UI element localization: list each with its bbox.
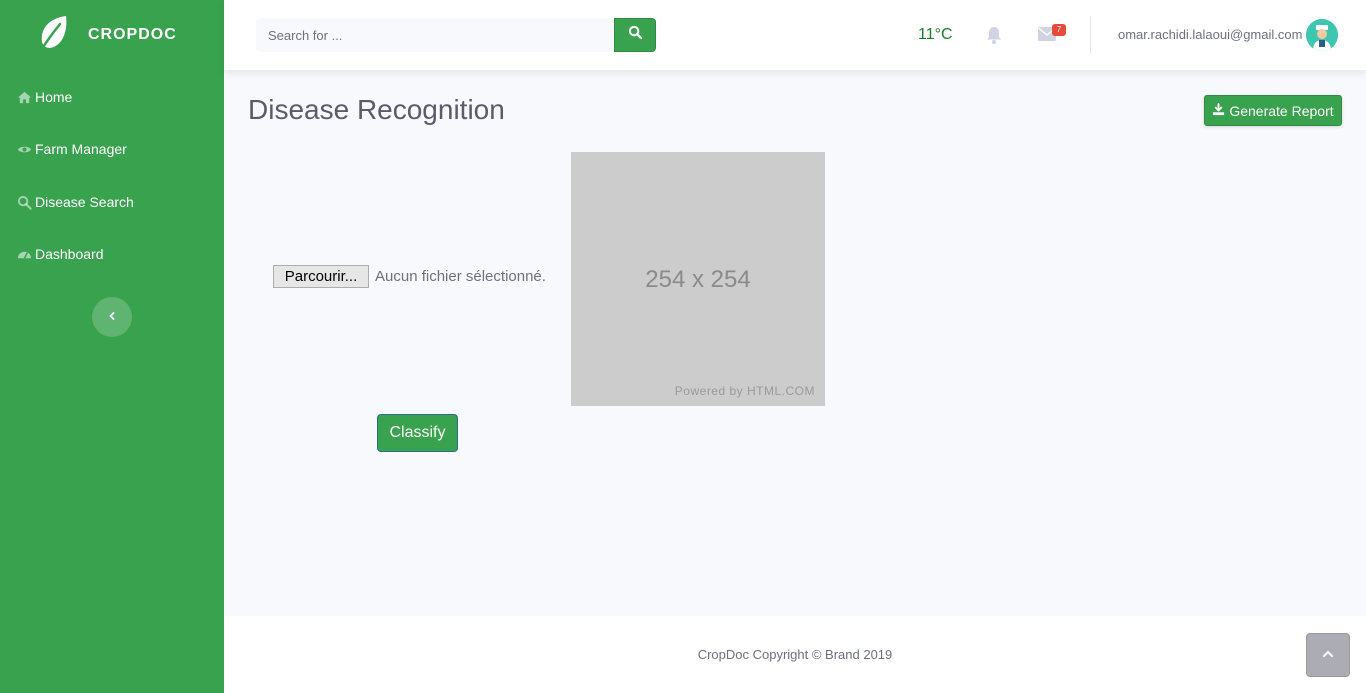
sidebar-item-dashboard[interactable]: Dashboard <box>16 246 104 262</box>
image-preview: 254 x 254 Powered by HTML.COM <box>571 152 825 406</box>
chevron-up-icon <box>1322 646 1334 664</box>
temperature-readout: 11°C <box>918 26 953 43</box>
avatar[interactable] <box>1306 19 1338 51</box>
search-icon <box>16 194 32 210</box>
sidebar-item-label: Dashboard <box>35 246 104 262</box>
sidebar-item-home[interactable]: Home <box>16 89 72 105</box>
search-button[interactable] <box>614 18 656 52</box>
search-icon <box>628 25 643 45</box>
sidebar: CROPDOC Home Farm Manager Disease Search… <box>0 0 224 693</box>
classify-button[interactable]: Classify <box>377 414 458 452</box>
home-icon <box>16 89 32 105</box>
brand[interactable]: CROPDOC <box>0 0 224 70</box>
footer: CropDoc Copyright © Brand 2019 <box>224 616 1366 693</box>
chevron-left-icon <box>107 308 117 326</box>
leaf-icon <box>36 14 70 54</box>
mail-count-badge: 7 <box>1052 24 1066 36</box>
topbar-divider <box>1090 16 1091 54</box>
footer-copyright: CropDoc Copyright © Brand 2019 <box>697 647 893 662</box>
scroll-to-top-button[interactable] <box>1306 633 1350 677</box>
topbar: 11°C 7 omar.rachidi.lalaoui@gmail.com <box>224 0 1366 70</box>
sidebar-toggle-button[interactable] <box>92 297 132 337</box>
preview-dimensions: 254 x 254 <box>645 266 751 293</box>
search-input[interactable] <box>256 18 614 52</box>
sidebar-item-label: Home <box>35 89 73 105</box>
brand-name: CROPDOC <box>88 26 177 43</box>
eye-icon <box>16 141 32 157</box>
sidebar-item-disease-search[interactable]: Disease Search <box>16 194 134 210</box>
search-bar <box>256 18 656 52</box>
download-icon <box>1212 102 1229 119</box>
dashboard-icon <box>16 246 32 262</box>
file-browse-button[interactable]: Parcourir... <box>273 265 369 288</box>
generate-report-label: Generate Report <box>1229 102 1334 119</box>
user-email[interactable]: omar.rachidi.lalaoui@gmail.com <box>1118 27 1302 42</box>
sidebar-item-farm-manager[interactable]: Farm Manager <box>16 141 127 157</box>
bell-icon[interactable] <box>986 26 1002 44</box>
generate-report-button[interactable]: Generate Report <box>1204 95 1342 126</box>
preview-powered-by: Powered by HTML.COM <box>674 384 815 398</box>
sidebar-item-label: Disease Search <box>35 194 134 210</box>
file-status-text: Aucun fichier sélectionné. <box>375 268 546 285</box>
page-title: Disease Recognition <box>248 94 505 125</box>
sidebar-item-label: Farm Manager <box>35 141 127 157</box>
